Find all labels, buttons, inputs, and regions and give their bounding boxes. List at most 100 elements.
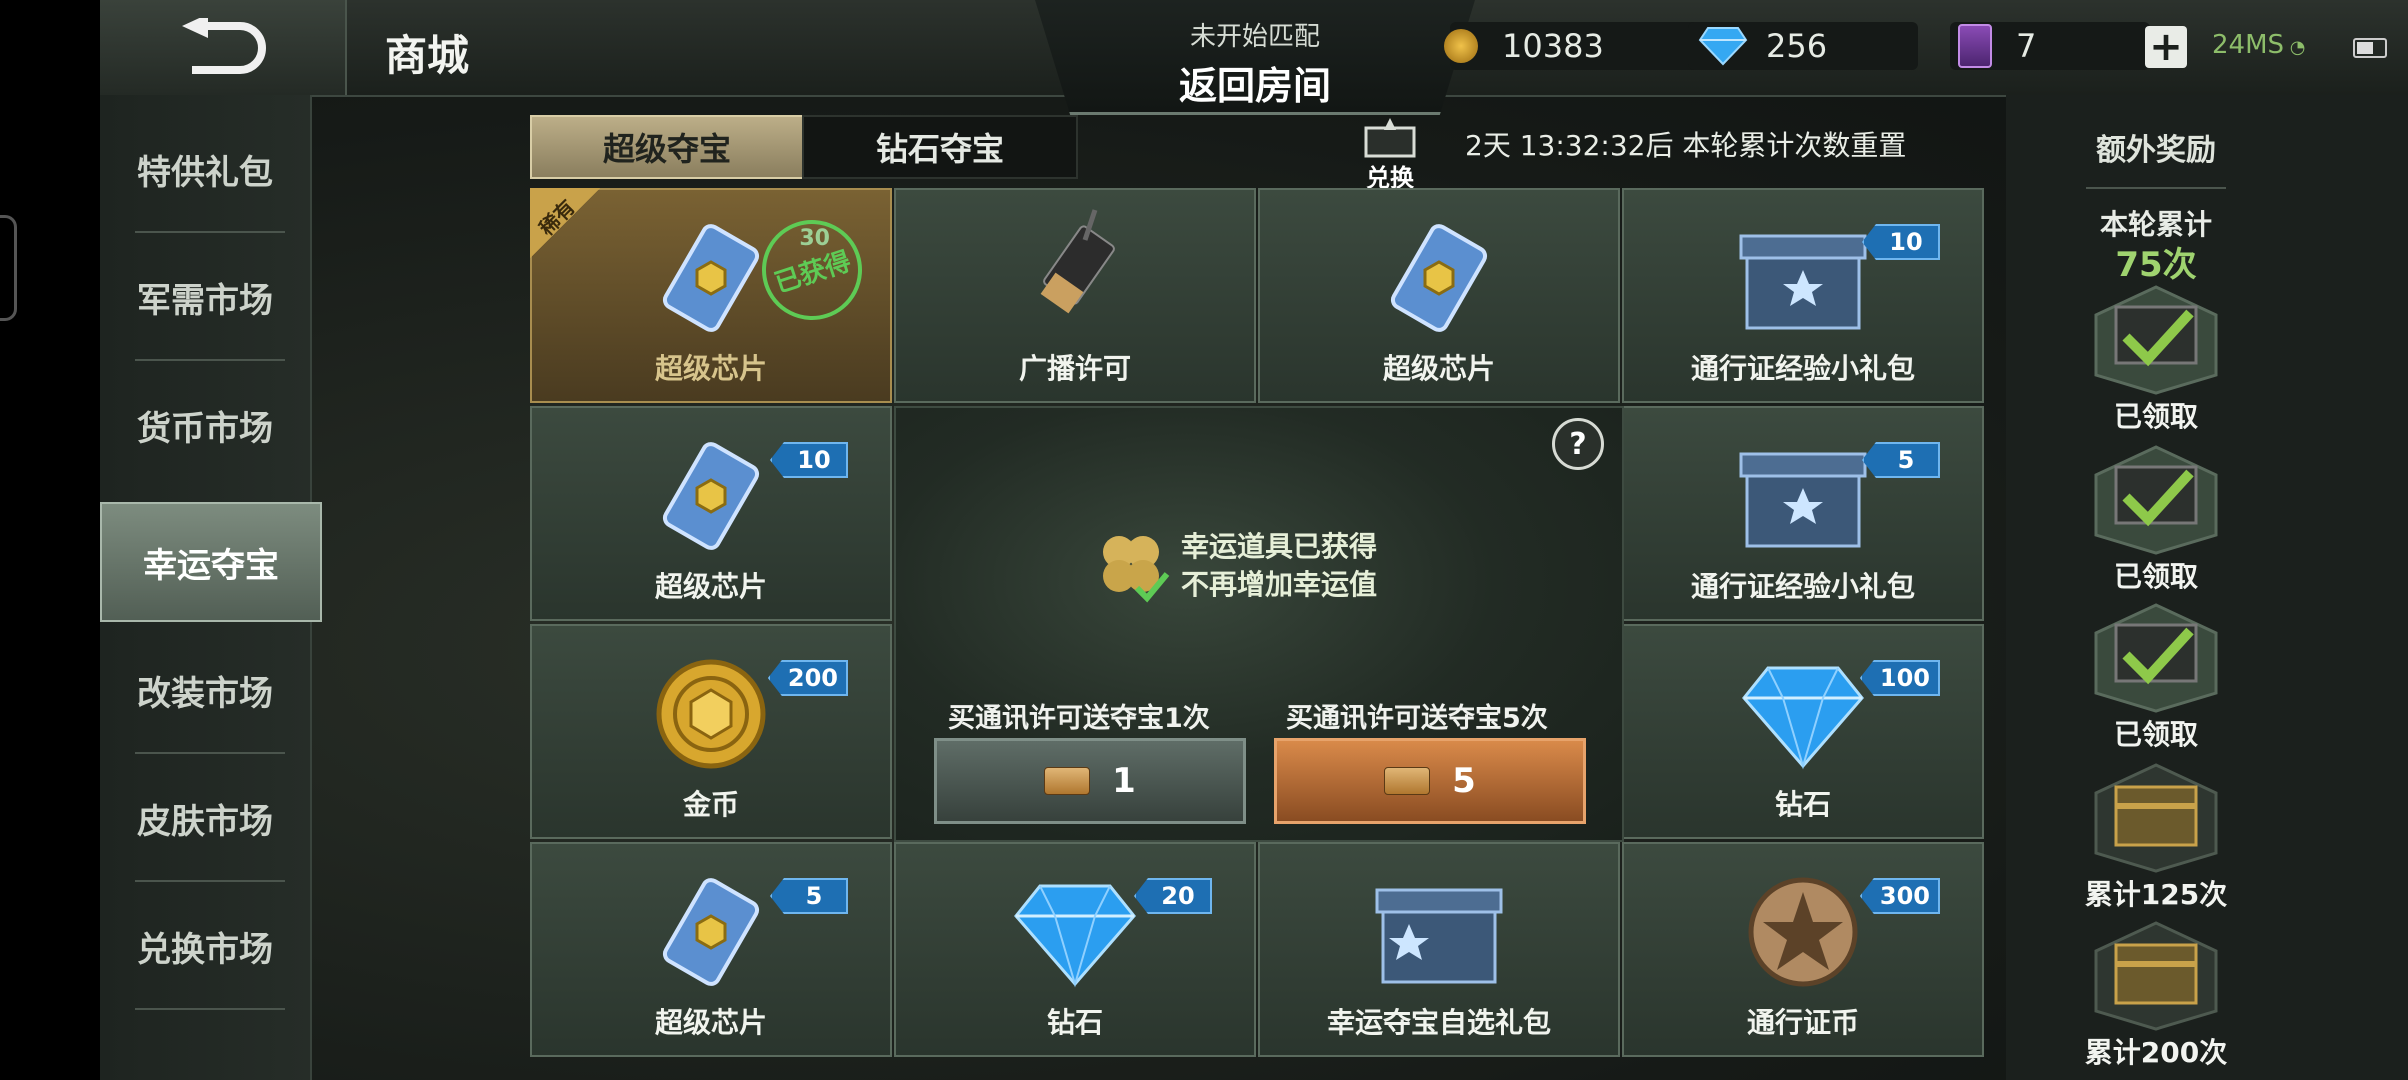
sidebar-item-label: 货币市场 [137,408,273,449]
sidebar-item-label: 皮肤市场 [137,801,273,842]
buy-five-count: 5 [1452,761,1476,801]
screen-edge [0,0,100,1080]
sidebar-item-label: 兑换市场 [137,929,273,970]
sidebar: 特供礼包 军需市场 货币市场 幸运夺宝 改装市场 皮肤市场 兑换市场 [100,95,322,1080]
ticket-amount: 7 [2016,27,2037,65]
battery-icon [2353,38,2387,58]
reward-chest[interactable]: 已领取 [2066,603,2246,753]
reward-chest[interactable]: 累计200次 [2066,921,2246,1071]
prize-label: 幸运夺宝自选礼包 [1326,1006,1551,1039]
cumulative-value: 75次 [2115,245,2197,285]
sidebar-item-skin-market[interactable]: 皮肤市场 [100,754,310,882]
qty-badge: 10 [1862,224,1940,260]
chest-claimed-icon [2094,285,2218,395]
buy-five-button[interactable]: 5 [1274,738,1586,824]
sidebar-item-label: 幸运夺宝 [143,545,279,586]
sidebar-item-lucky-draw[interactable]: 幸运夺宝 [100,502,322,622]
edge-handle[interactable] [0,215,17,321]
buy-once-count: 1 [1112,761,1136,801]
prize-label: 通行证经验小礼包 [1690,352,1915,385]
help-button[interactable]: ? [1552,418,1604,470]
reward-label: 累计200次 [2084,1036,2228,1069]
extra-rewards-panel: 额外奖励 本轮累计 75次 已领取 已领取 已领取 累计125次 累计200次 [2006,95,2408,1080]
ticket-icon [1044,767,1091,795]
prize-label: 钻石 [1046,1006,1103,1039]
qty-badge: 100 [1859,660,1940,696]
divider [2086,187,2226,189]
reward-chest[interactable]: 已领取 [2066,445,2246,595]
ping-value: 24MS [2212,30,2285,60]
reward-label: 已领取 [2113,400,2198,433]
chip-icon [662,442,760,550]
lucky-line-2: 不再增加幸运值 [1181,568,1378,601]
sidebar-item-mod-market[interactable]: 改装市场 [100,626,310,754]
prize-cell[interactable]: 20 钻石 [894,842,1256,1057]
redeem-button[interactable]: 兑换 [1360,118,1420,192]
crate-icon [1739,452,1867,548]
prize-cell[interactable]: 广播许可 [894,188,1256,403]
reset-countdown: 2天 13:32:32后 本轮累计次数重置 [1465,129,1907,162]
gold-amount: 10383 [1502,27,1604,65]
diamond-currency: 256 [1688,22,1918,70]
prize-cell[interactable]: 10 通行证经验小礼包 [1622,188,1984,403]
redeem-icon [1364,118,1416,158]
prize-label: 金币 [682,788,739,821]
chip-icon [1390,224,1488,332]
prize-label: 通行证经验小礼包 [1690,570,1915,603]
qty-badge: 300 [1859,878,1940,914]
prize-cell[interactable]: 10 超级芯片 [530,406,892,621]
page-title: 商城 [385,31,470,80]
reward-chest[interactable]: 累计125次 [2066,763,2246,913]
sidebar-item-special-packs[interactable]: 特供礼包 [100,105,310,233]
ticket-icon [1384,767,1431,795]
crate-icon [1739,234,1867,330]
tab-super-draw[interactable]: 超级夺宝 [530,115,804,179]
add-currency-button[interactable]: + [2145,24,2187,70]
lucky-status: 幸运道具已获得 不再增加幸运值 [1181,528,1377,604]
prize-cell[interactable]: 200 金币 [530,624,892,839]
tab-diamond-draw[interactable]: 钻石夺宝 [802,115,1078,179]
buy-five-label: 买通讯许可送夺宝5次 [1286,703,1548,734]
diamond-icon [1698,27,1748,66]
sidebar-item-military-market[interactable]: 军需市场 [100,233,310,361]
buy-once-button[interactable]: 1 [934,738,1246,824]
back-button[interactable] [100,0,347,95]
prize-label: 超级芯片 [654,352,767,385]
radio-icon [1040,209,1115,314]
ping-indicator: 24MS ◔ [2212,30,2305,60]
prize-label: 超级芯片 [654,1006,767,1039]
chest-locked-icon [2094,763,2218,873]
top-bar: 商城 未开始匹配 返回房间 10383 256 7 + 24MS ◔ [100,0,2408,115]
reward-label: 已领取 [2113,560,2198,593]
prize-label: 超级芯片 [1382,352,1495,385]
ticket-currency: 7 [1950,22,2150,70]
pass-coin-icon [1748,877,1858,987]
lucky-line-1: 幸运道具已获得 [1181,530,1378,563]
prize-cell[interactable]: 5 超级芯片 [530,842,892,1057]
buy-once-label: 买通讯许可送夺宝1次 [948,703,1210,734]
prize-cell[interactable]: 300 通行证币 [1622,842,1984,1057]
qty-badge: 20 [1134,878,1212,914]
prize-label: 通行证币 [1746,1006,1859,1039]
qty-badge: 200 [767,660,848,696]
prize-cell[interactable]: 稀有 已获得 30 超级芯片 [530,188,892,403]
crate-icon [1375,888,1503,984]
return-room-label: 返回房间 [1178,64,1331,108]
return-room-button[interactable]: 未开始匹配 返回房间 [1035,0,1475,115]
reward-chest[interactable]: 已领取 [2066,285,2246,435]
prize-cell[interactable]: 100 钻石 [1622,624,1984,839]
reward-label: 已领取 [2113,718,2198,751]
sidebar-item-label: 特供礼包 [137,152,273,193]
prize-cell[interactable]: 幸运夺宝自选礼包 [1258,842,1620,1057]
sidebar-item-exchange-market[interactable]: 兑换市场 [100,882,310,1010]
diamond-icon [1742,666,1864,770]
match-status: 未开始匹配 [1189,22,1320,52]
draw-panel: ? 幸运道具已获得 不再增加幸运值 买通讯许可送夺宝1次 买通讯许可送夺宝5次 … [894,406,1624,842]
prize-label: 钻石 [1774,788,1831,821]
prize-grid: 稀有 已获得 30 超级芯片 广播许可 超级芯片 10 通行证经验小礼包 10 … [530,188,1996,1066]
sidebar-item-currency-market[interactable]: 货币市场 [100,361,310,489]
prize-cell[interactable]: 5 通行证经验小礼包 [1622,406,1984,621]
sidebar-item-label: 改装市场 [137,673,273,714]
clover-icon [1103,536,1170,603]
prize-cell[interactable]: 超级芯片 [1258,188,1620,403]
